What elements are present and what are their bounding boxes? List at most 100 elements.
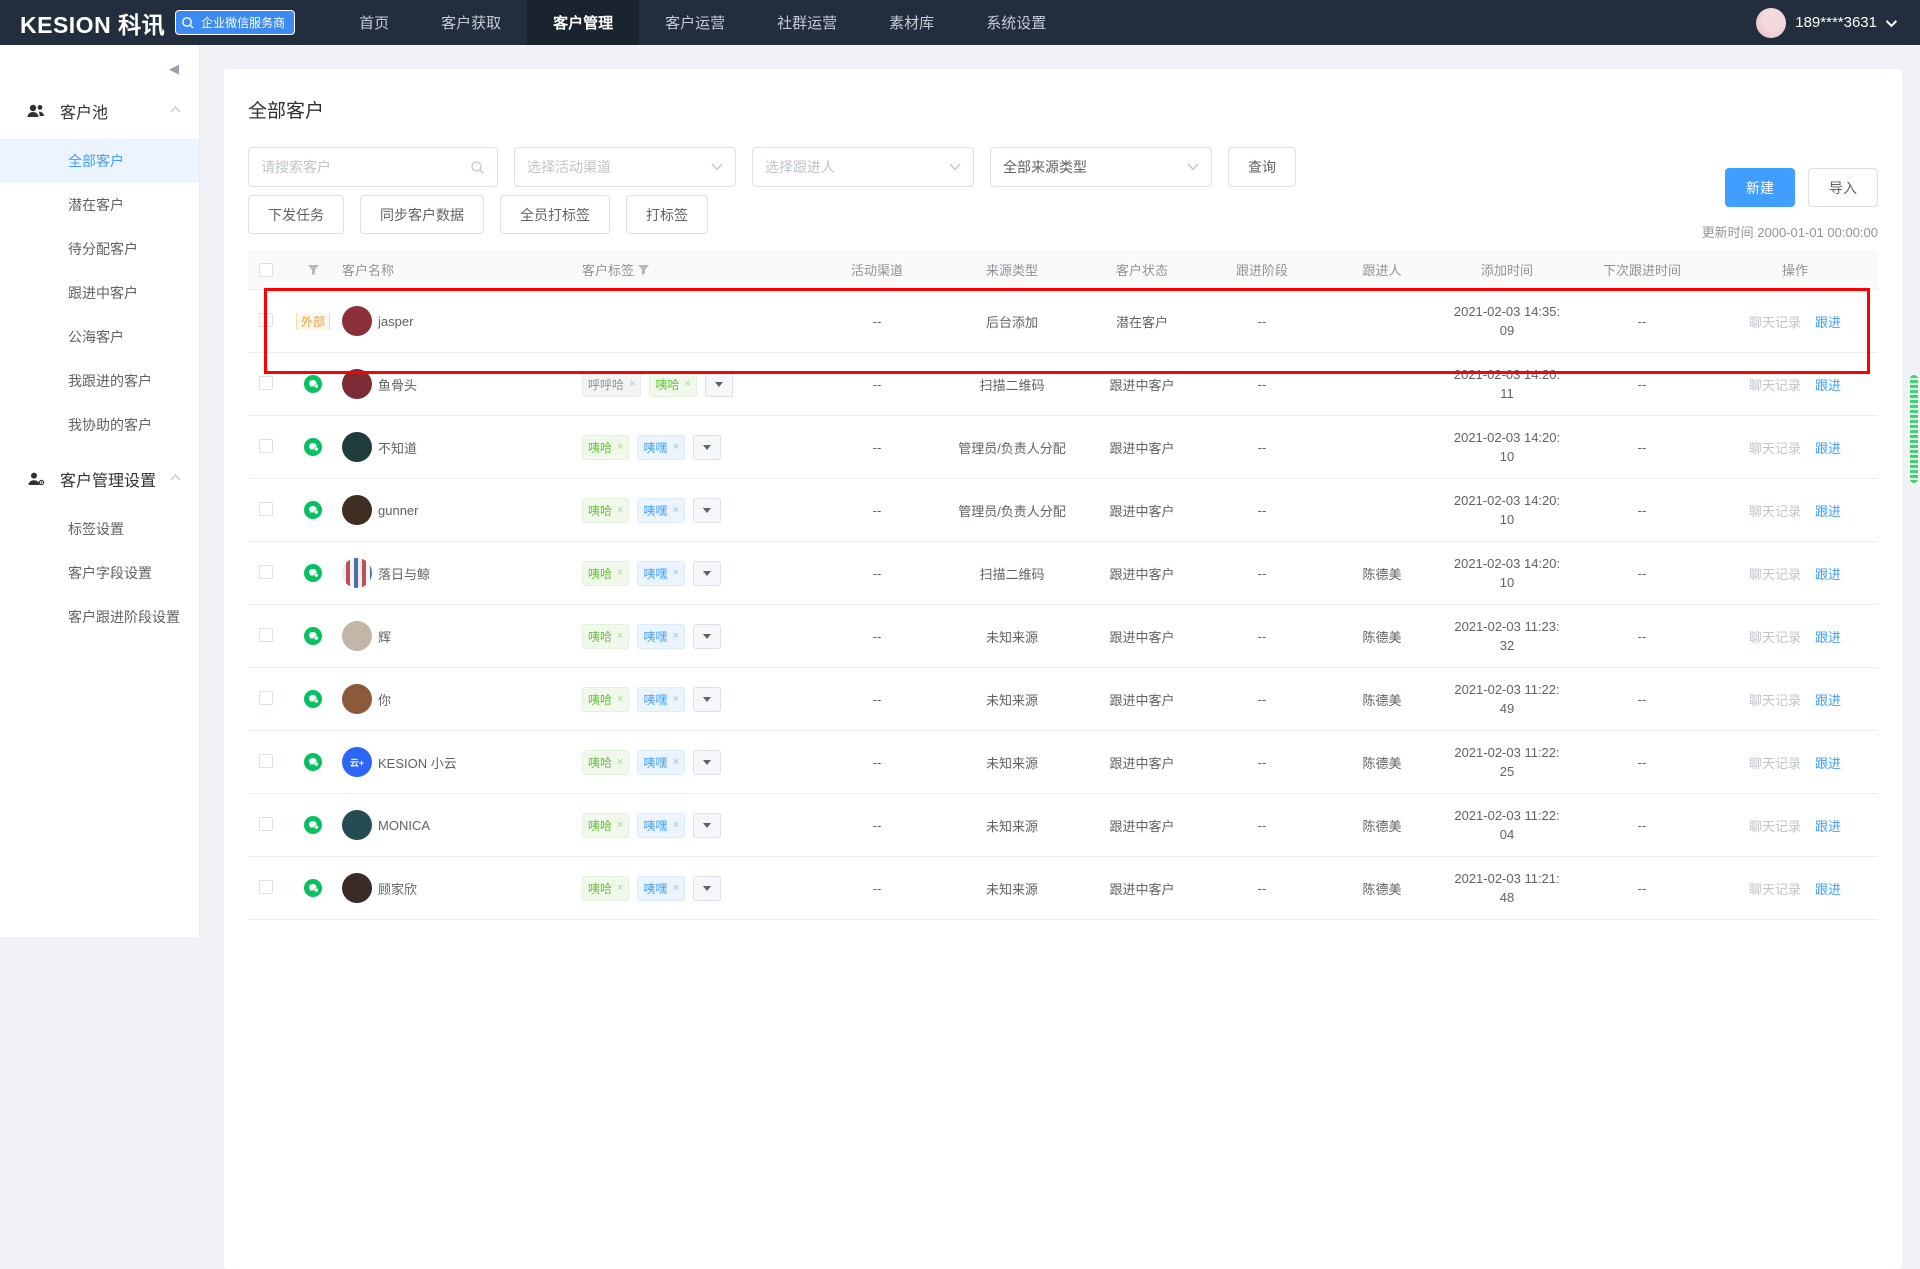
row-checkbox[interactable] bbox=[259, 691, 273, 705]
row-select[interactable] bbox=[248, 502, 284, 519]
chat-record-link[interactable]: 聊天记录 bbox=[1749, 630, 1801, 645]
row-checkbox[interactable] bbox=[259, 628, 273, 642]
bulk-button-全员打标签[interactable]: 全员打标签 bbox=[500, 195, 610, 234]
nav-item-客户管理[interactable]: 客户管理 bbox=[527, 0, 639, 45]
more-tags-button[interactable] bbox=[693, 813, 721, 838]
customer-name-cell[interactable]: MONICA bbox=[342, 810, 582, 840]
tag-remove-icon[interactable]: × bbox=[617, 630, 623, 642]
follow-link[interactable]: 跟进 bbox=[1815, 315, 1841, 330]
sidebar-item-全部客户[interactable]: 全部客户 bbox=[0, 139, 199, 183]
sidebar-collapse[interactable]: ◀ bbox=[0, 45, 199, 79]
search-icon[interactable] bbox=[470, 160, 485, 175]
follow-link[interactable]: 跟进 bbox=[1815, 819, 1841, 834]
tag-remove-icon[interactable]: × bbox=[672, 630, 678, 642]
filter-icon[interactable] bbox=[307, 264, 320, 276]
chat-record-link[interactable]: 聊天记录 bbox=[1749, 882, 1801, 897]
tag-remove-icon[interactable]: × bbox=[672, 756, 678, 768]
tag-remove-icon[interactable]: × bbox=[672, 693, 678, 705]
scrollbar-thumb[interactable] bbox=[1910, 375, 1918, 483]
tag-remove-icon[interactable]: × bbox=[617, 819, 623, 831]
row-select[interactable] bbox=[248, 565, 284, 582]
chat-record-link[interactable]: 聊天记录 bbox=[1749, 315, 1801, 330]
row-select[interactable] bbox=[248, 880, 284, 897]
row-select[interactable] bbox=[248, 817, 284, 834]
sidebar-item-待分配客户[interactable]: 待分配客户 bbox=[0, 227, 199, 271]
more-tags-button[interactable] bbox=[693, 561, 721, 586]
nav-item-客户获取[interactable]: 客户获取 bbox=[415, 0, 527, 45]
create-button[interactable]: 新建 bbox=[1725, 168, 1795, 207]
customer-name-cell[interactable]: gunner bbox=[342, 495, 582, 525]
sidebar-group-客户管理设置[interactable]: 客户管理设置 bbox=[0, 447, 199, 507]
row-checkbox[interactable] bbox=[259, 565, 273, 579]
customer-name-cell[interactable]: 你 bbox=[342, 684, 582, 714]
page-scrollbar[interactable] bbox=[1908, 45, 1920, 937]
follow-link[interactable]: 跟进 bbox=[1815, 441, 1841, 456]
row-select[interactable] bbox=[248, 628, 284, 645]
follow-link[interactable]: 跟进 bbox=[1815, 378, 1841, 393]
search-input[interactable] bbox=[261, 159, 470, 175]
nav-item-首页[interactable]: 首页 bbox=[333, 0, 415, 45]
nav-item-客户运营[interactable]: 客户运营 bbox=[639, 0, 751, 45]
sidebar-item-跟进中客户[interactable]: 跟进中客户 bbox=[0, 271, 199, 315]
row-checkbox[interactable] bbox=[259, 754, 273, 768]
follow-link[interactable]: 跟进 bbox=[1815, 504, 1841, 519]
row-checkbox[interactable] bbox=[259, 880, 273, 894]
customer-name-cell[interactable]: 辉 bbox=[342, 621, 582, 651]
row-checkbox[interactable] bbox=[259, 817, 273, 831]
chat-record-link[interactable]: 聊天记录 bbox=[1749, 378, 1801, 393]
tag-remove-icon[interactable]: × bbox=[672, 819, 678, 831]
tag-remove-icon[interactable]: × bbox=[617, 567, 623, 579]
more-tags-button[interactable] bbox=[705, 372, 733, 397]
channel-select[interactable]: 选择活动渠道 bbox=[514, 147, 736, 187]
more-tags-button[interactable] bbox=[693, 435, 721, 460]
tag-remove-icon[interactable]: × bbox=[617, 882, 623, 894]
sidebar-item-公海客户[interactable]: 公海客户 bbox=[0, 315, 199, 359]
follower-select[interactable]: 选择跟进人 bbox=[752, 147, 974, 187]
follow-link[interactable]: 跟进 bbox=[1815, 567, 1841, 582]
tag-remove-icon[interactable]: × bbox=[672, 441, 678, 453]
more-tags-button[interactable] bbox=[693, 876, 721, 901]
nav-item-素材库[interactable]: 素材库 bbox=[863, 0, 960, 45]
sidebar-item-潜在客户[interactable]: 潜在客户 bbox=[0, 183, 199, 227]
bulk-button-下发任务[interactable]: 下发任务 bbox=[248, 195, 344, 234]
chat-record-link[interactable]: 聊天记录 bbox=[1749, 693, 1801, 708]
source-type-select[interactable]: 全部来源类型 bbox=[990, 147, 1212, 187]
follow-link[interactable]: 跟进 bbox=[1815, 882, 1841, 897]
sidebar-item-客户跟进阶段设置[interactable]: 客户跟进阶段设置 bbox=[0, 595, 199, 639]
tag-remove-icon[interactable]: × bbox=[617, 756, 623, 768]
import-button[interactable]: 导入 bbox=[1808, 168, 1878, 207]
chat-record-link[interactable]: 聊天记录 bbox=[1749, 504, 1801, 519]
user-menu[interactable]: 189****3631 bbox=[1756, 8, 1894, 38]
customer-name-cell[interactable]: 落日与鲸 bbox=[342, 558, 582, 588]
chat-record-link[interactable]: 聊天记录 bbox=[1749, 819, 1801, 834]
customer-name-cell[interactable]: 云+KESION 小云 bbox=[342, 747, 582, 777]
nav-item-社群运营[interactable]: 社群运营 bbox=[751, 0, 863, 45]
header-type-filter[interactable] bbox=[284, 264, 342, 276]
row-select[interactable] bbox=[248, 313, 284, 330]
more-tags-button[interactable] bbox=[693, 750, 721, 775]
header-select-all[interactable] bbox=[248, 263, 284, 277]
chat-record-link[interactable]: 聊天记录 bbox=[1749, 756, 1801, 771]
select-all-checkbox[interactable] bbox=[259, 263, 273, 277]
chat-record-link[interactable]: 聊天记录 bbox=[1749, 567, 1801, 582]
row-checkbox[interactable] bbox=[259, 439, 273, 453]
bulk-button-同步客户数据[interactable]: 同步客户数据 bbox=[360, 195, 484, 234]
filter-icon[interactable] bbox=[637, 264, 650, 276]
tag-remove-icon[interactable]: × bbox=[672, 504, 678, 516]
tag-remove-icon[interactable]: × bbox=[629, 378, 635, 390]
tag-remove-icon[interactable]: × bbox=[684, 378, 690, 390]
more-tags-button[interactable] bbox=[693, 687, 721, 712]
sidebar-item-客户字段设置[interactable]: 客户字段设置 bbox=[0, 551, 199, 595]
sidebar-item-我跟进的客户[interactable]: 我跟进的客户 bbox=[0, 359, 199, 403]
row-checkbox[interactable] bbox=[259, 502, 273, 516]
follow-link[interactable]: 跟进 bbox=[1815, 630, 1841, 645]
query-button[interactable]: 查询 bbox=[1228, 147, 1296, 187]
tag-remove-icon[interactable]: × bbox=[617, 441, 623, 453]
tag-remove-icon[interactable]: × bbox=[617, 693, 623, 705]
row-select[interactable] bbox=[248, 376, 284, 393]
row-checkbox[interactable] bbox=[259, 313, 273, 327]
sidebar-group-客户池[interactable]: 客户池 bbox=[0, 79, 199, 139]
customer-name-cell[interactable]: jasper bbox=[342, 306, 582, 336]
row-select[interactable] bbox=[248, 691, 284, 708]
tag-remove-icon[interactable]: × bbox=[617, 504, 623, 516]
